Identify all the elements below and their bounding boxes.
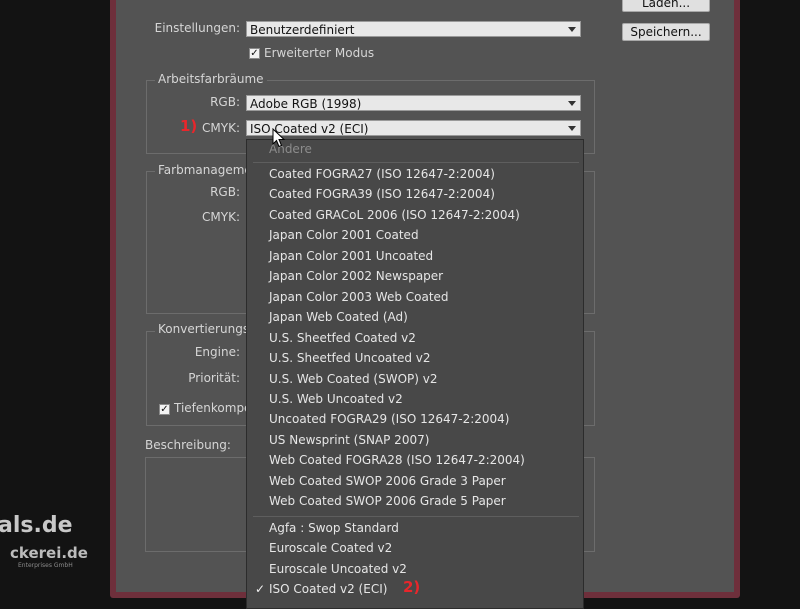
chevron-down-icon bbox=[568, 101, 576, 106]
dropdown-option-selected[interactable]: ISO Coated v2 (ECI) bbox=[269, 582, 387, 596]
dropdown-option[interactable]: Japan Color 2003 Web Coated bbox=[269, 290, 449, 304]
dropdown-option[interactable]: Web Coated SWOP 2006 Grade 5 Paper bbox=[269, 494, 506, 508]
rgb-label: RGB: bbox=[210, 95, 240, 109]
dropdown-option[interactable]: US Newsprint (SNAP 2007) bbox=[269, 433, 429, 447]
cmyk-label: CMYK: bbox=[202, 121, 240, 135]
dropdown-option[interactable]: U.S. Sheetfed Coated v2 bbox=[269, 331, 416, 345]
dropdown-option[interactable]: U.S. Sheetfed Uncoated v2 bbox=[269, 351, 431, 365]
extended-mode-checkbox[interactable]: ✓ bbox=[249, 48, 260, 59]
cmyk-select[interactable]: ISO Coated v2 (ECI) bbox=[246, 120, 581, 136]
dropdown-option[interactable]: Coated FOGRA27 (ISO 12647-2:2004) bbox=[269, 167, 495, 181]
settings-select[interactable]: Benutzerdefiniert bbox=[246, 21, 581, 37]
chevron-down-icon bbox=[568, 27, 576, 32]
save-button[interactable]: Speichern... bbox=[622, 23, 710, 41]
rgb-select[interactable]: Adobe RGB (1998) bbox=[246, 95, 581, 111]
load-button[interactable]: Laden... bbox=[622, 0, 710, 12]
cm-rgb-label: RGB: bbox=[210, 185, 240, 199]
dropdown-option[interactable]: U.S. Web Coated (SWOP) v2 bbox=[269, 372, 438, 386]
dropdown-option[interactable]: Web Coated SWOP 2006 Grade 3 Paper bbox=[269, 474, 506, 488]
annotation-2: 2) bbox=[403, 578, 421, 596]
depth-compensation-label: Tiefenkompe bbox=[174, 401, 252, 415]
depth-compensation-checkbox[interactable]: ✓ bbox=[159, 404, 170, 415]
settings-value: Benutzerdefiniert bbox=[250, 23, 355, 37]
dropdown-option[interactable]: Agfa : Swop Standard bbox=[269, 521, 399, 535]
dropdown-option[interactable]: Japan Color 2001 Coated bbox=[269, 228, 419, 242]
priority-label: Priorität: bbox=[188, 371, 240, 385]
dropdown-option[interactable]: Coated FOGRA39 (ISO 12647-2:2004) bbox=[269, 187, 495, 201]
dropdown-option[interactable]: Japan Color 2001 Uncoated bbox=[269, 249, 433, 263]
watermark-logo: als.de bbox=[0, 513, 73, 538]
dropdown-option[interactable]: Uncoated FOGRA29 (ISO 12647-2:2004) bbox=[269, 412, 510, 426]
dropdown-option[interactable]: U.S. Web Uncoated v2 bbox=[269, 392, 403, 406]
watermark-subtext: Enterprises GmbH bbox=[18, 562, 73, 569]
description-label: Beschreibung: bbox=[145, 438, 231, 452]
working-spaces-title: Arbeitsfarbräume bbox=[155, 72, 267, 86]
dropdown-separator bbox=[253, 516, 579, 517]
dropdown-option[interactable]: Coated GRACoL 2006 (ISO 12647-2:2004) bbox=[269, 208, 520, 222]
cmyk-value: ISO Coated v2 (ECI) bbox=[250, 122, 369, 136]
rgb-value: Adobe RGB (1998) bbox=[250, 97, 362, 111]
dropdown-option[interactable]: Japan Web Coated (Ad) bbox=[269, 310, 408, 324]
engine-label: Engine: bbox=[194, 345, 240, 359]
dropdown-option[interactable]: Euroscale Coated v2 bbox=[269, 541, 392, 555]
checkmark-icon: ✓ bbox=[255, 582, 266, 596]
cmyk-dropdown-list: Andere Coated FOGRA27 (ISO 12647-2:2004)… bbox=[246, 139, 584, 609]
dropdown-option[interactable]: Euroscale Uncoated v2 bbox=[269, 562, 407, 576]
dropdown-option[interactable]: Web Coated FOGRA28 (ISO 12647-2:2004) bbox=[269, 453, 525, 467]
extended-mode-label: Erweiterter Modus bbox=[264, 46, 375, 60]
settings-label: Einstellungen: bbox=[154, 21, 240, 35]
cm-cmyk-label: CMYK: bbox=[202, 210, 240, 224]
chevron-down-icon bbox=[568, 126, 576, 131]
color-management-title: Farbmanageme bbox=[155, 163, 255, 177]
conversion-title: Konvertierungso bbox=[155, 322, 260, 336]
watermark-text: ckerei.de bbox=[10, 544, 88, 562]
dropdown-separator bbox=[253, 162, 579, 163]
mouse-cursor-icon bbox=[272, 128, 286, 148]
dropdown-option[interactable]: Japan Color 2002 Newspaper bbox=[269, 269, 443, 283]
